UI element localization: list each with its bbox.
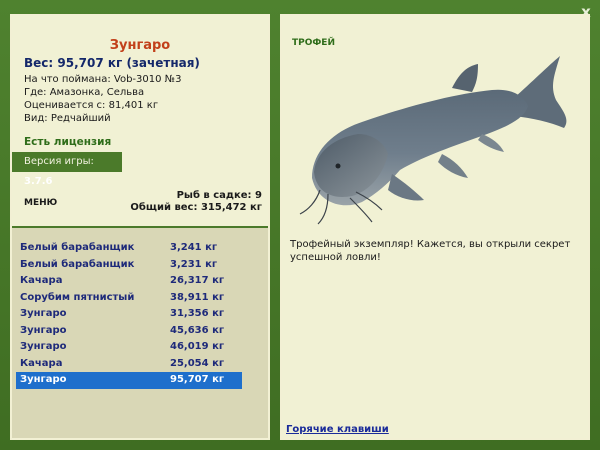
catch-fish-name: Качара (20, 357, 63, 369)
catch-fish-name: Белый барабанщик (20, 258, 135, 270)
fish-bait: На что поймана: Vob-3010 №3 (24, 74, 182, 85)
fish-info: Зунгаро Вес: 95,707 кг (зачетная) На что… (12, 16, 268, 146)
version-prefix: Версия игры: (24, 156, 94, 167)
catch-row[interactable]: Сорубим пятнистый 38,911 кг (16, 290, 242, 307)
total-weight: Общий вес: 315,472 кг (130, 202, 262, 213)
hotkeys-link[interactable]: Горячие клавиши (286, 424, 389, 435)
fish-price: Оценивается с: 81,401 кг (24, 100, 159, 111)
app-window: x Зунгаро Вес: 95,707 кг (зачетная) На ч… (0, 0, 600, 450)
catch-row[interactable]: Зунгаро 45,636 кг (16, 323, 242, 340)
catch-fish-weight: 26,317 кг (170, 275, 225, 286)
version-value: 3.7.6 (24, 176, 53, 187)
trophy-message: Трофейный экземпляр! Кажется, вы открыли… (290, 239, 571, 263)
version-badge: Версия игры: 3.7.6 (12, 152, 122, 187)
catch-fish-name: Качара (20, 275, 63, 286)
catch-row[interactable]: Качара 26,317 кг (16, 273, 242, 290)
catch-row[interactable]: Зунгаро 46,019 кг (16, 339, 242, 356)
catch-fish-name: Белый барабанщик (20, 242, 135, 253)
catch-fish-weight: 25,054 кг (170, 357, 225, 369)
catch-fish-weight: 46,019 кг (170, 341, 225, 352)
catch-fish-weight: 31,356 кг (170, 308, 225, 319)
catch-fish-name: Зунгаро (20, 341, 67, 352)
catch-list: Белый барабанщик 3,241 кг Белый барабанщик… (12, 226, 268, 438)
catch-row[interactable]: Белый барабанщик 3,241 кг (16, 240, 242, 257)
catch-stats: Рыб в садке: 9 Общий вес: 315,472 кг (130, 190, 262, 214)
fish-weight: Вес: 95,707 кг (зачетная) (24, 56, 200, 70)
catch-fish-weight: 45,636 кг (170, 324, 225, 336)
fish-details-panel: Зунгаро Вес: 95,707 кг (зачетная) На что… (10, 14, 270, 440)
fish-rarity: Вид: Редчайший (24, 113, 111, 124)
trophy-panel: ТРОФЕЙ Трофейный экземпляр! Кажется, вы … (280, 14, 590, 440)
catfish-image (299, 56, 567, 225)
menu-button[interactable]: МЕНЮ (24, 198, 57, 208)
fish-name: Зунгаро (109, 38, 171, 53)
license-status: Есть лицензия (24, 136, 112, 148)
catch-fish-weight: 95,707 кг (170, 374, 225, 385)
catch-fish-name: Зунгаро (20, 324, 67, 336)
catch-fish-name: Зунгаро (20, 374, 67, 385)
catch-fish-name: Зунгаро (20, 308, 67, 319)
catch-row[interactable]: Зунгаро 31,356 кг (16, 306, 242, 323)
catch-row[interactable]: Зунгаро 95,707 кг (16, 372, 242, 389)
catch-fish-weight: 38,911 кг (170, 291, 225, 303)
catch-row[interactable]: Качара 25,054 кг (16, 356, 242, 373)
catch-row[interactable]: Белый барабанщик 3,231 кг (16, 257, 242, 274)
catch-fish-name: Сорубим пятнистый (20, 291, 135, 303)
catch-fish-weight: 3,231 кг (170, 258, 218, 270)
catch-fish-weight: 3,241 кг (170, 242, 218, 253)
fish-in-keepnet: Рыб в садке: 9 (176, 190, 262, 201)
fish-location: Где: Амазонка, Сельва (24, 87, 145, 98)
